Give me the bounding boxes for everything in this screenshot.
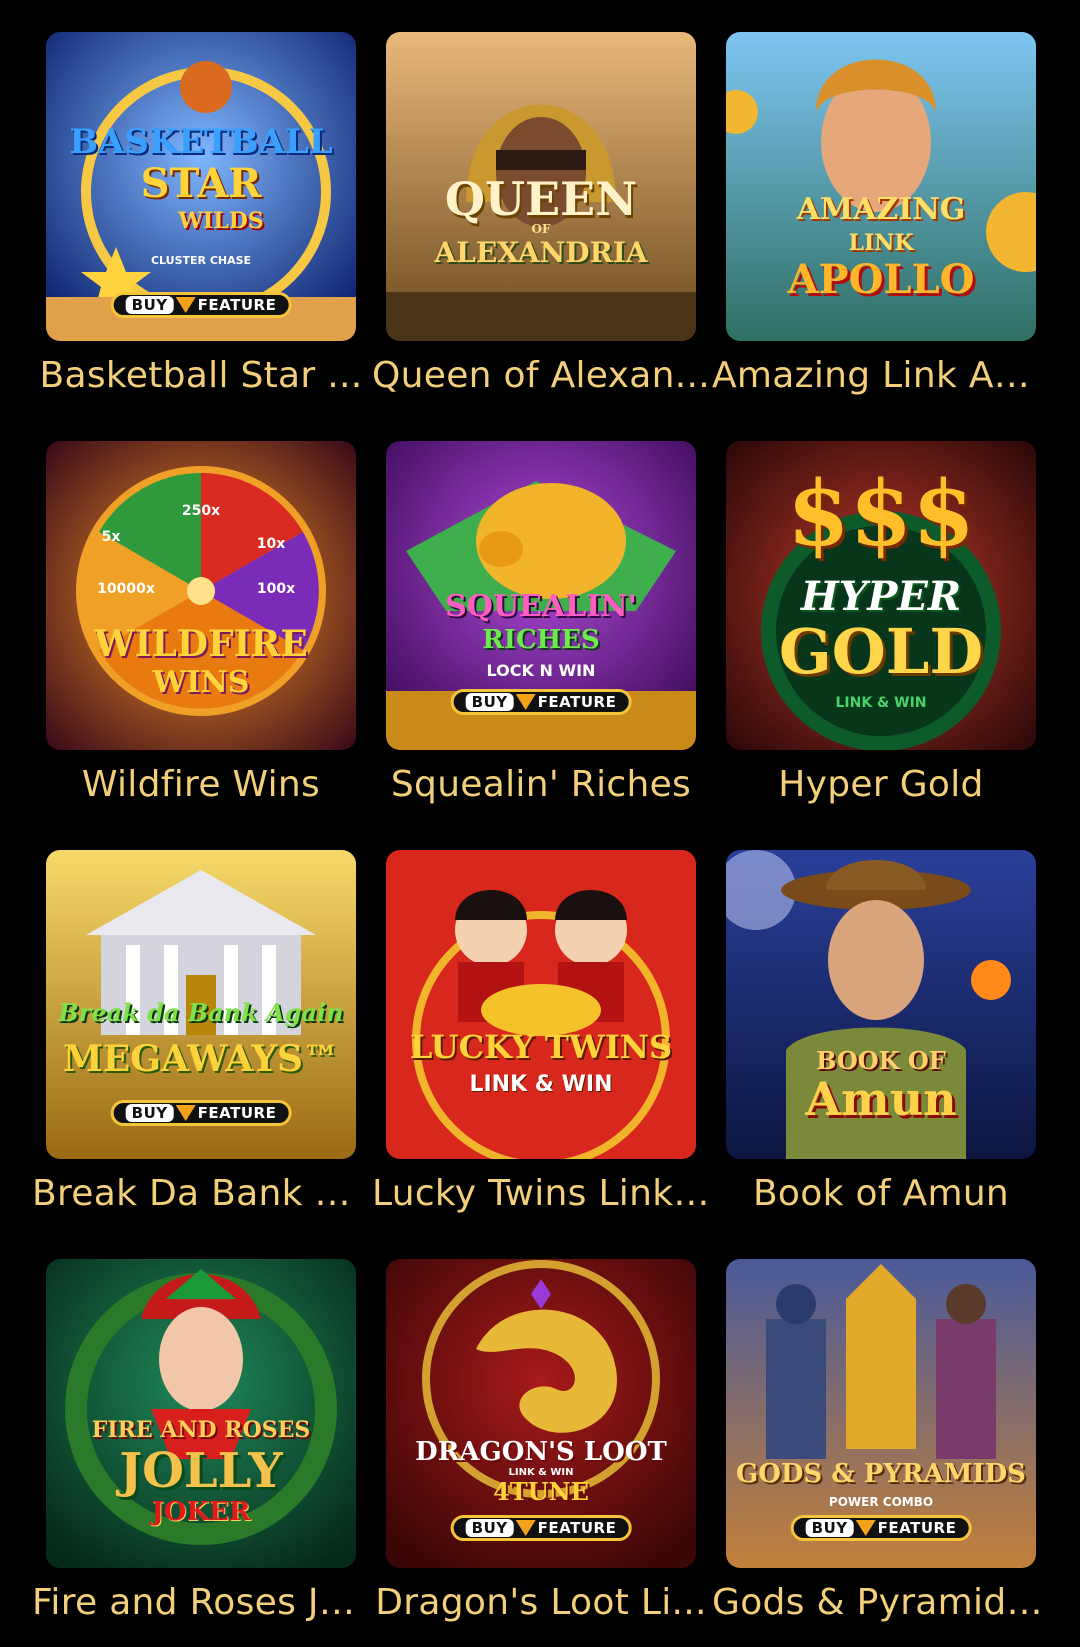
game-logo: $$$ [787, 461, 975, 567]
game-logo: BOOK OF [816, 1046, 946, 1075]
game-thumbnail[interactable]: BOOK OF Amun [726, 850, 1036, 1159]
game-logo-line: STAR [140, 160, 262, 207]
game-title[interactable]: Wildfire Wins [32, 763, 370, 807]
game-title[interactable]: Book of Amun [712, 1172, 1050, 1216]
wheel-label: 10x [256, 536, 286, 552]
game-logo: FIRE AND ROSES [91, 1417, 311, 1443]
game-thumbnail[interactable]: FIRE AND ROSES JOLLY JOKER [46, 1259, 356, 1568]
game-logo-line: WINS [152, 665, 250, 700]
buy-feature-badge: BUY FEATURE [110, 1100, 292, 1126]
game-logo-line: POWER COMBO [828, 1495, 934, 1509]
game-logo-line: LOCK N WIN [486, 661, 596, 680]
game-title[interactable]: Basketball Star ... [32, 354, 370, 398]
game-thumbnail[interactable]: SQUEALIN' RICHES LOCK N WIN BUY FEATURE [386, 441, 696, 750]
game-thumbnail[interactable]: $$$ HYPER GOLD LINK & WIN [726, 441, 1036, 750]
game-logo-line: JOKER [151, 1497, 251, 1527]
game-logo: QUEEN [444, 172, 638, 226]
game-logo: DRAGON'S LOOT [415, 1437, 667, 1467]
game-logo-line: MEGAWAYS™ [62, 1038, 340, 1080]
game-logo-line: ALEXANDRIA [434, 236, 648, 269]
game-logo-line: 4TUNE [493, 1477, 589, 1506]
basketball-icon [180, 61, 232, 113]
game-logo: Break da Bank Again [58, 998, 344, 1027]
game-logo-line: HYPER [800, 573, 962, 620]
game-thumbnail[interactable]: 5x 250x 10x 100x 10000x WILDFIRE WINS [46, 441, 356, 750]
game-logo-line: Amun [805, 1072, 957, 1126]
game-logo-line: APOLLO [787, 256, 975, 303]
game-logo: LUCKY TWINS [409, 1028, 673, 1066]
game-logo-line: LINK & WIN [469, 1072, 613, 1097]
game-logo-line: LINK [848, 230, 914, 256]
buy-feature-badge: BUY FEATURE [790, 1515, 972, 1541]
game-logo-line: LINK & WIN [835, 695, 927, 711]
game-logo: SQUEALIN' [445, 589, 637, 624]
game-thumbnail[interactable]: BASKETBALL STAR WILDS CLUSTER CHASE BUY F… [46, 32, 356, 341]
game-grid: BASKETBALL STAR WILDS CLUSTER CHASE BUY F… [0, 0, 1080, 1647]
game-thumbnail[interactable]: QUEEN OF ALEXANDRIA [386, 32, 696, 341]
game-title[interactable]: Gods & Pyramids... [712, 1581, 1050, 1625]
game-sub-text: CLUSTER CHASE [150, 254, 252, 267]
game-logo: BASKETBALL [69, 122, 333, 162]
game-logo: AMAZING [796, 192, 966, 227]
buy-feature-badge: BUY FEATURE [110, 292, 292, 318]
game-logo: GODS & PYRAMIDS [736, 1459, 1026, 1489]
game-title[interactable]: Break Da Bank A... [32, 1172, 370, 1216]
game-logo: WILDFIRE [94, 623, 308, 665]
game-logo-line: OF [531, 222, 551, 236]
wheel-label: 10000x [97, 581, 155, 597]
lucky-twins-art [386, 850, 696, 1159]
game-title[interactable]: Amazing Link Ap... [712, 354, 1050, 398]
game-title[interactable]: Fire and Roses Jo... [32, 1581, 370, 1625]
buy-feature-badge: BUY FEATURE [450, 689, 632, 715]
game-title[interactable]: Queen of Alexan... [372, 354, 710, 398]
buy-feature-badge: BUY FEATURE [450, 1515, 632, 1541]
wheel-label: 250x [181, 503, 221, 519]
game-logo-line: JOLLY [119, 1443, 283, 1499]
game-thumbnail[interactable]: Break da Bank Again MEGAWAYS™ BUY FEATURE [46, 850, 356, 1159]
game-logo-line: WILDS [178, 208, 264, 234]
game-title[interactable]: Hyper Gold [712, 763, 1050, 807]
game-thumbnail[interactable]: LUCKY TWINS LINK & WIN [386, 850, 696, 1159]
game-title[interactable]: Squealin' Riches [372, 763, 710, 807]
wheel-label: 5x [101, 529, 121, 545]
game-thumbnail[interactable]: GODS & PYRAMIDS POWER COMBO BUY FEATURE [726, 1259, 1036, 1568]
game-logo-line: GOLD [778, 615, 984, 688]
game-thumbnail[interactable]: AMAZING LINK APOLLO [726, 32, 1036, 341]
game-title[interactable]: Dragon's Loot Li... [372, 1581, 710, 1625]
wheel-label: 100x [256, 581, 296, 597]
game-logo-line: RICHES [482, 625, 600, 655]
game-thumbnail[interactable]: DRAGON'S LOOT LINK & WIN 4TUNE BUY FEATUR… [386, 1259, 696, 1568]
game-title[interactable]: Lucky Twins Link ... [372, 1172, 710, 1216]
